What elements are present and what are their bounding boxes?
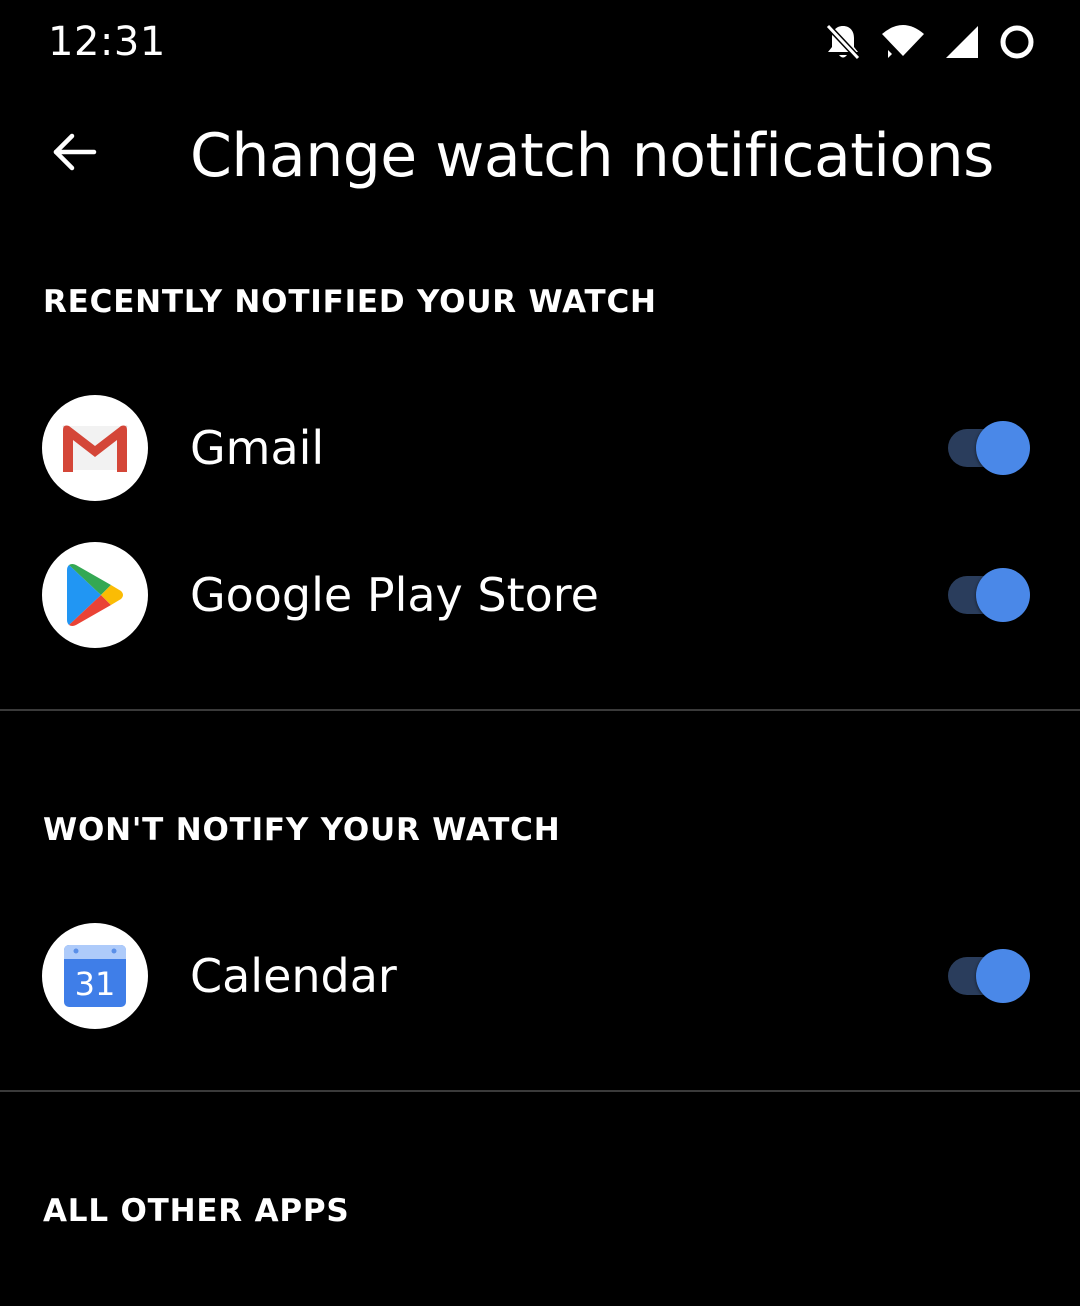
bell-off-icon: [824, 22, 862, 62]
play-store-toggle[interactable]: [946, 568, 1030, 622]
battery-ring-icon: [998, 23, 1036, 61]
app-label: Google Play Store: [190, 568, 599, 622]
calendar-icon-text: 31: [75, 965, 116, 1003]
wifi-icon: [880, 22, 926, 62]
app-label: Gmail: [190, 421, 325, 475]
cell-signal-icon: [944, 24, 980, 60]
section-header-all-other: ALL OTHER APPS: [43, 1193, 350, 1229]
app-label: Calendar: [190, 949, 397, 1003]
back-button[interactable]: [34, 114, 114, 194]
calendar-toggle[interactable]: [946, 949, 1030, 1003]
status-bar: 12:31: [0, 0, 1080, 84]
app-row-gmail[interactable]: Gmail: [0, 384, 1080, 512]
app-bar: Change watch notifications: [0, 96, 1080, 216]
toggle-thumb: [976, 421, 1030, 475]
divider: [0, 1090, 1080, 1092]
app-row-calendar[interactable]: 31 Calendar: [0, 912, 1080, 1040]
calendar-icon: 31: [42, 923, 148, 1029]
page-title: Change watch notifications: [190, 121, 994, 191]
app-row-play-store[interactable]: Google Play Store: [0, 531, 1080, 659]
status-time: 12:31: [48, 19, 166, 65]
arrow-left-icon: [50, 128, 98, 180]
toggle-thumb: [976, 949, 1030, 1003]
divider: [0, 709, 1080, 711]
gmail-icon: [42, 395, 148, 501]
toggle-thumb: [976, 568, 1030, 622]
gmail-toggle[interactable]: [946, 421, 1030, 475]
play-store-icon: [42, 542, 148, 648]
section-header-wont-notify: WON'T NOTIFY YOUR WATCH: [43, 812, 561, 848]
status-icons: [824, 20, 1036, 64]
section-header-recent: RECENTLY NOTIFIED YOUR WATCH: [43, 284, 657, 320]
